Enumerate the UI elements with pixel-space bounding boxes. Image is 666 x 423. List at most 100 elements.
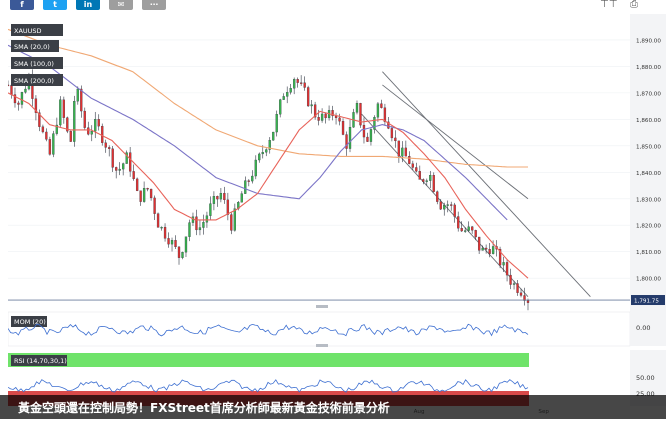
candle-body <box>188 222 191 237</box>
candle-body <box>439 201 442 210</box>
y-tick-label: 1,800.00 <box>636 277 661 283</box>
candle-body <box>59 99 62 126</box>
y-tick-label: 1,810.00 <box>636 250 661 256</box>
candle-body <box>244 180 247 194</box>
candle-body <box>254 159 257 177</box>
candle-body <box>261 152 264 155</box>
candle-body <box>258 153 261 161</box>
resize-handle-mom[interactable] <box>316 344 328 347</box>
candle-body <box>411 163 414 168</box>
candle-body <box>251 175 254 182</box>
candle-body <box>167 238 170 245</box>
candle-body <box>209 203 212 216</box>
candle-body <box>376 103 380 118</box>
candle-body <box>310 104 313 107</box>
candle-body <box>488 249 491 254</box>
candle-body <box>139 190 142 202</box>
y-tick-label: 1,840.00 <box>636 171 661 177</box>
candle-body <box>512 283 516 285</box>
candle-body <box>380 103 383 108</box>
candle-body <box>20 92 24 105</box>
y-tick-label: 1,880.00 <box>636 65 661 71</box>
candle-body <box>132 171 135 180</box>
candle-body <box>464 230 467 232</box>
y-tick-label: 1,830.00 <box>636 197 661 203</box>
y-tick-label: 1,890.00 <box>636 38 661 44</box>
resize-handle-price[interactable] <box>316 305 328 308</box>
font-size-icon[interactable]: ⊤⊤ <box>600 0 617 10</box>
candle-body <box>275 114 278 133</box>
candle-body <box>94 119 97 132</box>
candle-body <box>471 226 474 231</box>
candle-body <box>111 148 114 168</box>
candle-body <box>348 126 352 149</box>
candle-body <box>223 192 226 201</box>
caption-text: 黃金空頭還在控制局勢！FXStreet首席分析師最新黃金技術前景分析 <box>18 401 390 415</box>
candle-body <box>519 292 523 296</box>
candle-body <box>282 96 285 100</box>
candle-body <box>69 131 72 142</box>
candle-body <box>115 167 118 171</box>
facebook-share-button[interactable]: f <box>10 0 34 10</box>
candle-body <box>24 88 27 93</box>
y-tick-label: 1,820.00 <box>636 224 661 230</box>
candle-body <box>265 149 268 153</box>
print-icon[interactable]: ⎙ <box>630 0 638 10</box>
candle-body <box>156 213 160 228</box>
candle-body <box>457 216 460 229</box>
candle-body <box>460 228 463 232</box>
candle-body <box>240 193 243 203</box>
rsi-label: RSI (14,70,30,1) <box>14 357 67 365</box>
candle-body <box>505 262 509 276</box>
candle-body <box>153 197 156 214</box>
candle-body <box>286 92 289 97</box>
candle-body <box>177 246 181 258</box>
candle-body <box>226 199 230 215</box>
candle-body <box>404 147 408 157</box>
candle-body <box>306 87 310 107</box>
candle-body <box>87 127 90 135</box>
facebook-icon: f <box>20 0 24 9</box>
candle-body <box>181 252 184 258</box>
candle-body <box>205 215 209 223</box>
candle-body <box>429 175 432 181</box>
candle-body <box>436 191 439 202</box>
email-share-button[interactable]: ✉ <box>109 0 133 10</box>
candle-body <box>6 84 10 87</box>
candle-body <box>526 300 530 303</box>
mom-label: MOM (20) <box>14 318 46 326</box>
candle-body <box>142 188 146 202</box>
candle-body <box>128 152 132 172</box>
candle-body <box>397 140 401 157</box>
candle-body <box>481 247 484 251</box>
email-icon: ✉ <box>117 0 125 9</box>
candle-body <box>324 113 327 119</box>
candle-body <box>122 163 125 170</box>
candle-body <box>48 139 52 155</box>
candle-body <box>230 214 233 231</box>
more-share-button[interactable]: ⋯ <box>142 0 166 10</box>
rsi-overbought-band <box>8 353 529 367</box>
candle-body <box>373 117 376 130</box>
candle-body <box>104 142 107 148</box>
candle-body <box>195 216 198 231</box>
candle-body <box>432 175 435 192</box>
price-panel <box>8 14 630 314</box>
candle-body <box>491 246 495 254</box>
y-tick-label: 1,870.00 <box>636 91 661 97</box>
candle-body <box>477 236 481 251</box>
candle-body <box>73 101 76 142</box>
candle-body <box>516 283 519 293</box>
candle-body <box>279 99 282 115</box>
candle-body <box>425 180 428 182</box>
gold-price-chart: 1,890.00 1,880.00 1,870.00 1,860.00 1,850.00… <box>6 14 666 415</box>
linkedin-share-button[interactable]: in <box>76 0 100 10</box>
linkedin-icon: in <box>83 0 93 9</box>
twitter-share-button[interactable]: t <box>43 0 67 10</box>
candle-body <box>184 236 188 253</box>
candle-body <box>317 117 320 121</box>
mom-zero-tick: 0.00 <box>636 324 650 332</box>
candle-body <box>320 113 324 121</box>
candle-body <box>422 179 425 182</box>
candle-body <box>118 168 121 171</box>
